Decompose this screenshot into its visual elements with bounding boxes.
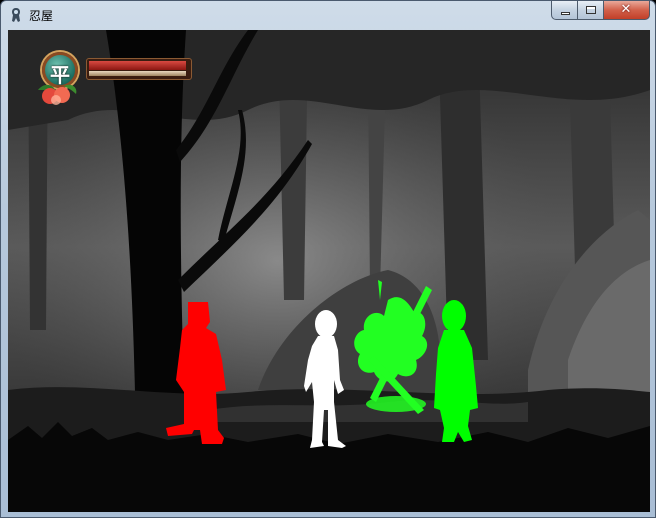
close-button[interactable]: ✕ bbox=[604, 1, 650, 20]
title-bar[interactable]: 忍屋 ✕ bbox=[1, 1, 655, 29]
game-canvas[interactable]: 平 bbox=[8, 30, 650, 512]
health-bar bbox=[89, 61, 186, 70]
maximize-button[interactable] bbox=[578, 1, 604, 20]
window-title: 忍屋 bbox=[29, 9, 54, 23]
window-controls: ✕ bbox=[551, 1, 650, 21]
player-hud: 平 bbox=[32, 50, 202, 110]
minimize-button[interactable] bbox=[551, 1, 578, 20]
close-icon: ✕ bbox=[620, 2, 632, 17]
energy-bar bbox=[89, 71, 186, 76]
status-bar-frame bbox=[86, 58, 192, 80]
maximize-icon bbox=[586, 6, 596, 14]
game-window: 忍屋 ✕ 平 bbox=[0, 0, 656, 518]
app-icon bbox=[12, 8, 20, 22]
minimize-icon bbox=[561, 12, 570, 15]
peach-ornament-icon bbox=[38, 84, 77, 105]
